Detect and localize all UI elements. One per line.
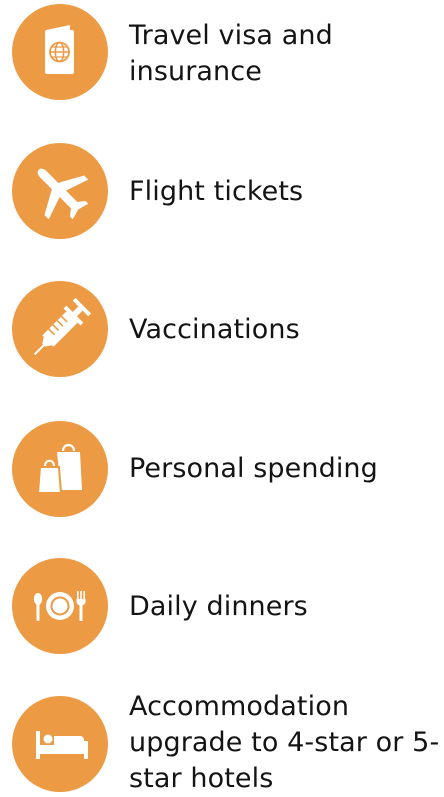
passport-icon (45, 25, 74, 74)
list-item: Vaccinations (0, 280, 444, 380)
syringe-icon (33, 297, 92, 356)
list-item: Flight tickets (0, 141, 444, 241)
bed-icon (36, 731, 88, 759)
list-item: Personal spending (0, 419, 444, 519)
item-label: Personal spending (129, 453, 378, 484)
passport-icon-circle (12, 4, 108, 100)
list-item: Daily dinners (0, 557, 444, 657)
item-label: Daily dinners (129, 591, 308, 622)
airplane-icon-circle (12, 143, 108, 239)
plate-cutlery-icon-circle (12, 558, 108, 654)
list-item: Accommodation upgrade to 4-star or 5- st… (0, 691, 444, 796)
airplane-icon (37, 168, 89, 220)
shopping-bags-icon-circle (12, 421, 108, 517)
item-label: Flight tickets (129, 176, 304, 207)
shopping-bags-icon (36, 443, 82, 494)
list-item: Travel visa and insurance (0, 0, 444, 100)
bed-icon-circle (12, 696, 108, 792)
plate-cutlery-icon (33, 591, 86, 621)
item-label: Accommodation upgrade to 4-star or 5- st… (129, 691, 440, 794)
syringe-icon-circle (12, 281, 108, 377)
item-label: Vaccinations (129, 314, 300, 345)
item-label: Travel visa and insurance (129, 20, 333, 87)
